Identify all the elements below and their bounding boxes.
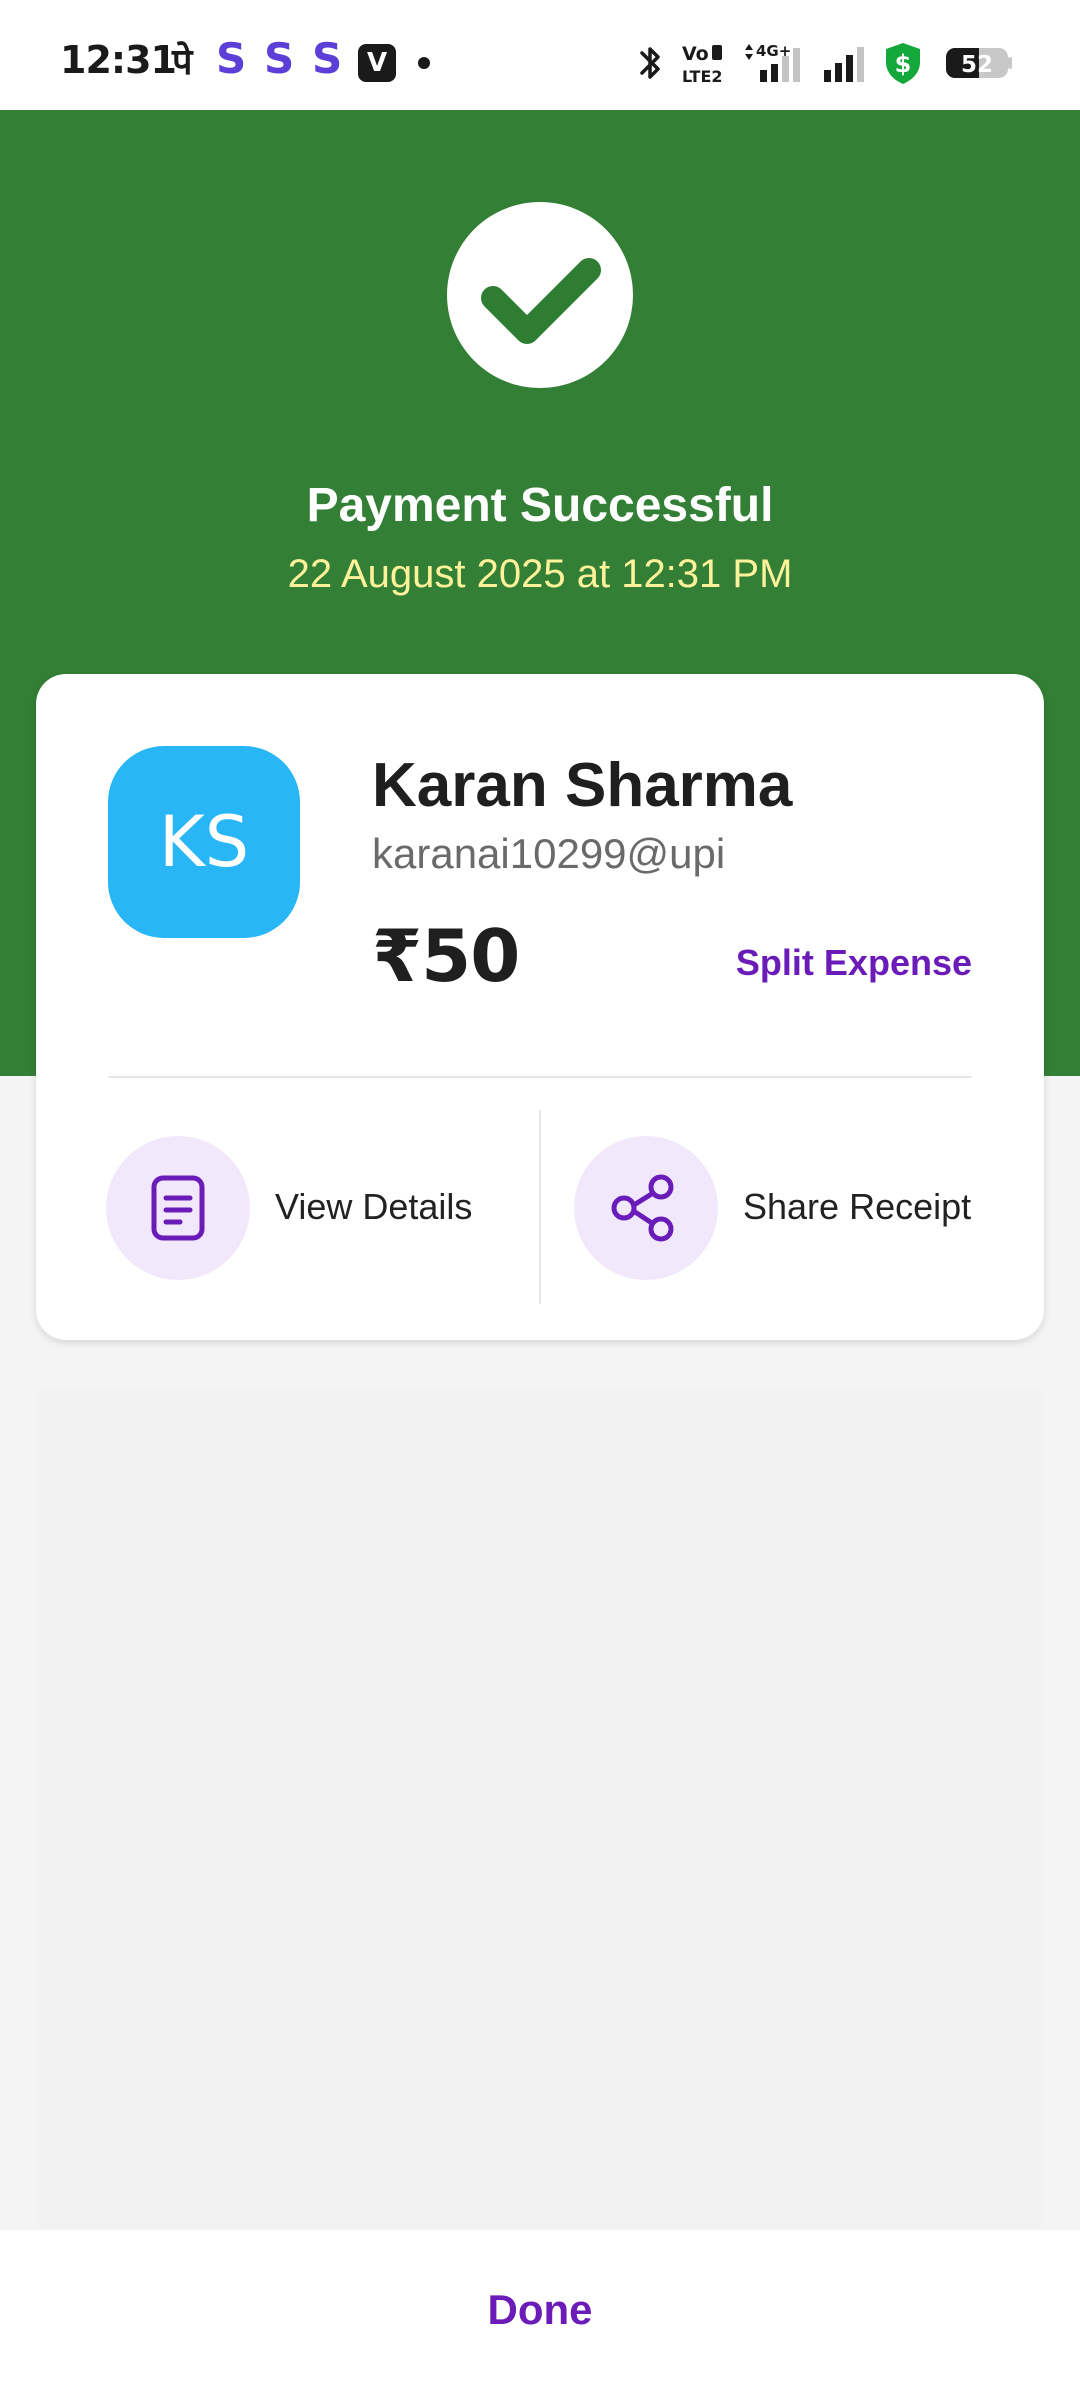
card-divider <box>108 1076 972 1078</box>
view-details-label: View Details <box>275 1186 473 1227</box>
status-time: 12:31 <box>60 38 177 82</box>
bluetooth-icon <box>640 47 660 79</box>
share-receipt-label: Share Receipt <box>743 1186 972 1227</box>
view-details-button[interactable]: View Details <box>106 1136 526 1280</box>
more-notifications-dot <box>418 57 430 69</box>
battery-level: 52 <box>961 52 993 78</box>
payee-avatar: KS <box>108 746 300 938</box>
signal-4g-icon: 4G+ <box>745 42 800 82</box>
notification-s-icon: S <box>312 34 343 83</box>
share-receipt-button[interactable]: Share Receipt <box>574 1136 1024 1280</box>
volte-icon: Vo LTE2 <box>682 43 723 86</box>
status-bar: 12:31 पे S S S V Vo LTE2 4G+ $ 52 <box>0 0 1080 110</box>
payment-summary-card: KS Karan Sharma karanai10299@upi ₹50 Spl… <box>36 674 1044 1340</box>
lte2-label: LTE2 <box>682 67 723 86</box>
notification-s-icon: S <box>264 34 295 83</box>
payment-datetime: 22 August 2025 at 12:31 PM <box>287 552 793 596</box>
success-badge <box>447 202 633 388</box>
payee-name: Karan Sharma <box>372 751 793 820</box>
notification-s-icon: S <box>216 34 247 83</box>
payment-amount: ₹50 <box>372 914 520 998</box>
share-receipt-icon-bg <box>574 1136 718 1280</box>
share-icon <box>611 1174 674 1242</box>
battery-icon: 52 <box>946 48 1012 78</box>
shield-dollar-icon: $ <box>886 43 920 84</box>
notification-pe-icon: पे <box>172 42 193 83</box>
payee-upi-id: karanai10299@upi <box>372 830 726 877</box>
action-separator <box>539 1110 541 1304</box>
content-placeholder <box>36 1388 1044 2230</box>
document-icon <box>151 1175 205 1241</box>
signal-icon <box>824 47 864 82</box>
payment-status-title: Payment Successful <box>306 479 774 532</box>
view-details-icon-bg <box>106 1136 250 1280</box>
svg-text:$: $ <box>895 50 912 78</box>
done-button[interactable]: Done <box>340 2260 740 2360</box>
bottom-action-bar: Done <box>0 2230 1080 2400</box>
split-expense-button[interactable]: Split Expense <box>736 942 972 984</box>
notification-v-icon: V <box>358 44 396 82</box>
volte-label: Vo <box>682 43 709 65</box>
check-icon <box>481 258 601 344</box>
